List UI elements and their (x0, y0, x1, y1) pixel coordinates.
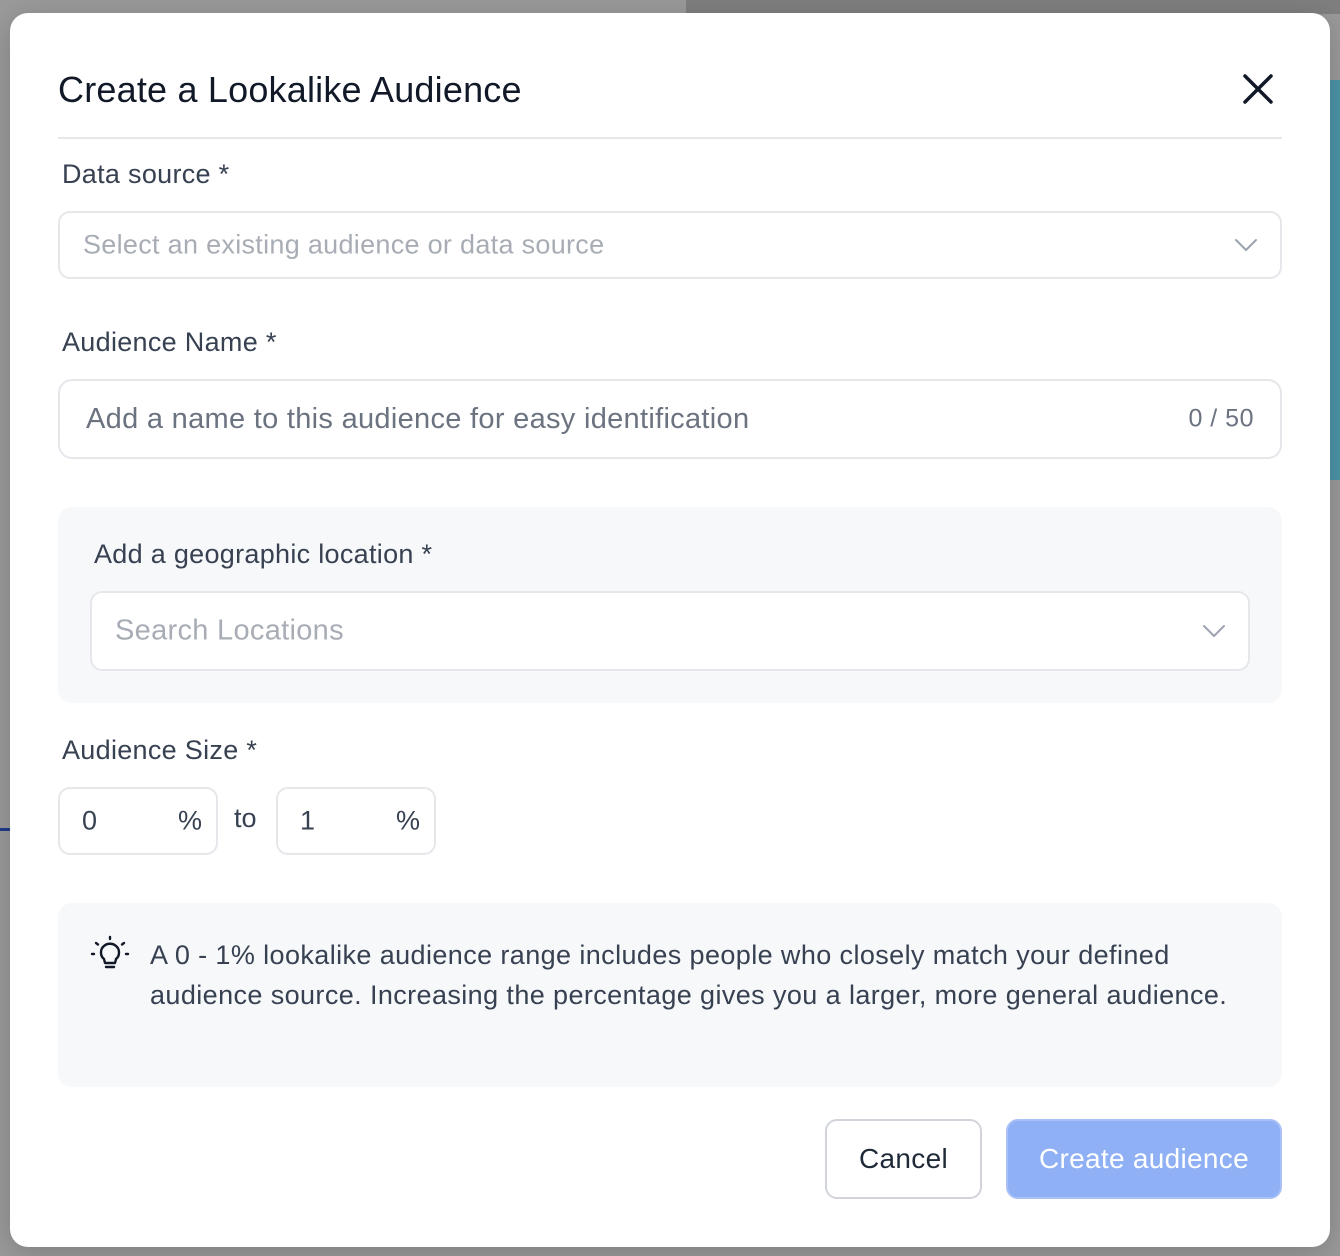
size-max-unit: % (395, 805, 420, 836)
background-panel (686, 0, 1340, 14)
size-min-unit: % (177, 805, 202, 836)
audience-name-label: Audience Name * (62, 327, 277, 357)
info-panel: A 0 - 1% lookalike audience range includ… (58, 903, 1282, 1087)
size-min-value: 0 (82, 805, 98, 836)
data-source-placeholder: Select an existing audience or data sour… (83, 229, 605, 260)
info-text: A 0 - 1% lookalike audience range includ… (150, 940, 1228, 1010)
close-button[interactable] (1240, 71, 1276, 107)
close-icon (1240, 71, 1276, 107)
background-accent (1330, 80, 1340, 480)
location-placeholder: Search Locations (115, 614, 344, 647)
audience-name-input[interactable] (86, 381, 1166, 457)
chevron-down-icon (1202, 624, 1226, 638)
lookalike-audience-modal: Create a Lookalike Audience Data source … (10, 13, 1330, 1247)
lightbulb-icon (90, 935, 130, 975)
audience-size-max-input[interactable]: 1 % (276, 787, 436, 855)
cancel-button[interactable]: Cancel (825, 1119, 982, 1199)
audience-size-min-input[interactable]: 0 % (58, 787, 218, 855)
size-separator: to (234, 803, 257, 833)
data-source-label: Data source * (62, 159, 230, 189)
create-audience-button[interactable]: Create audience (1006, 1119, 1282, 1199)
geographic-location-panel: Add a geographic location * Search Locat… (58, 507, 1282, 703)
audience-name-char-count: 0 / 50 (1188, 404, 1254, 433)
size-max-value: 1 (300, 805, 316, 836)
location-label: Add a geographic location * (94, 539, 433, 569)
audience-name-field: 0 / 50 (58, 379, 1282, 459)
chevron-down-icon (1234, 238, 1258, 252)
modal-header: Create a Lookalike Audience (58, 13, 1282, 139)
data-source-select[interactable]: Select an existing audience or data sour… (58, 211, 1282, 279)
background-tab (0, 775, 10, 831)
modal-title: Create a Lookalike Audience (58, 69, 522, 110)
audience-size-label: Audience Size * (62, 735, 258, 765)
location-search-select[interactable]: Search Locations (90, 591, 1250, 671)
